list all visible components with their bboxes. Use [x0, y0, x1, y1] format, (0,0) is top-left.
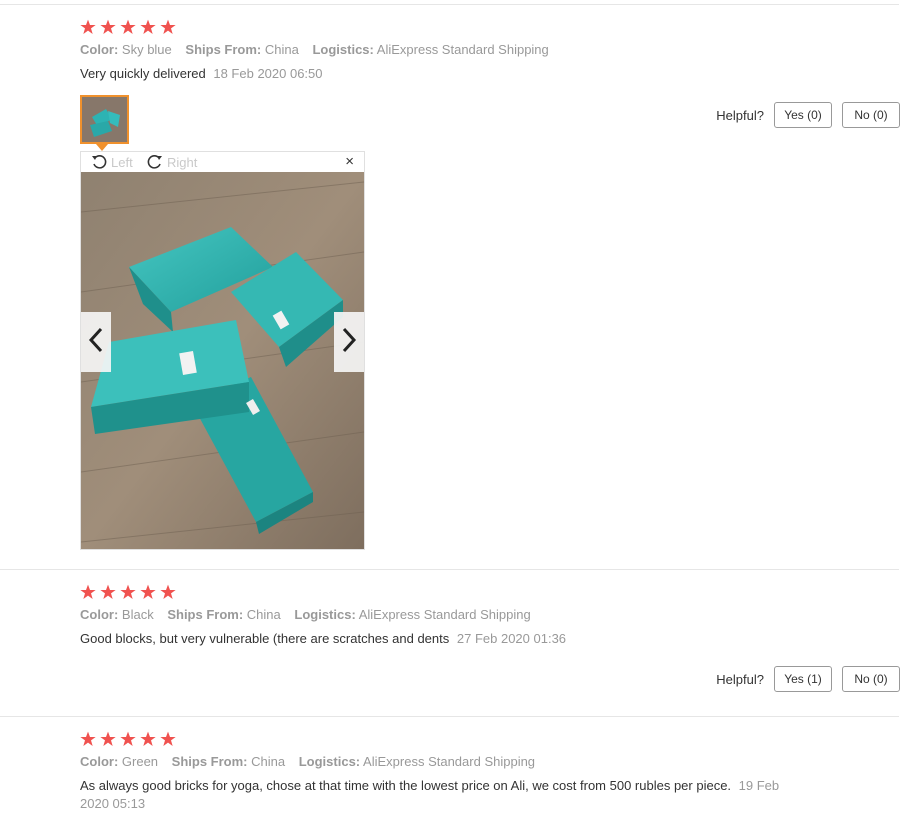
chevron-right-icon: [341, 327, 357, 358]
logistics-value: AliExpress Standard Shipping: [376, 42, 549, 57]
review-date: 18 Feb 2020 06:50: [213, 66, 323, 81]
review-photo: [81, 172, 364, 549]
logistics-key: Logistics:: [294, 607, 356, 622]
star-icon: [120, 584, 138, 600]
review-text: Very quickly delivered 18 Feb 2020 06:50: [80, 65, 900, 83]
review-divider: [0, 569, 899, 570]
star-icon: [160, 19, 178, 35]
color-key: Color:: [80, 754, 119, 769]
reviews-page: Color: Sky blue Ships From: China Logist…: [0, 0, 914, 813]
close-icon[interactable]: ×: [345, 153, 354, 171]
star-icon: [140, 731, 158, 747]
review-divider: [0, 716, 899, 717]
review-meta: Color: Sky blue Ships From: China Logist…: [80, 41, 900, 59]
rotate-left-button[interactable]: Left: [91, 152, 133, 172]
star-icon: [140, 19, 158, 35]
star-icon: [100, 584, 118, 600]
ships-from-key: Ships From:: [185, 42, 262, 57]
review-1: Color: Sky blue Ships From: China Logist…: [80, 19, 900, 83]
ships-from-key: Ships From:: [167, 607, 244, 622]
review-body: Very quickly delivered: [80, 66, 206, 81]
helpful-no-button[interactable]: No (0): [842, 102, 900, 128]
color-value: Sky blue: [121, 42, 172, 57]
helpful-label: Helpful?: [716, 671, 764, 687]
star-rating: [80, 731, 900, 747]
ships-from-value: China: [264, 42, 299, 57]
color-value: Green: [121, 754, 159, 769]
logistics-key: Logistics:: [298, 754, 361, 769]
star-icon: [80, 19, 98, 35]
star-rating: [80, 19, 900, 35]
review-meta: Color: Green Ships From: China Logistics…: [80, 753, 900, 771]
chevron-left-icon: [88, 327, 104, 358]
star-rating: [80, 584, 900, 600]
next-photo-button[interactable]: [334, 312, 364, 372]
rotate-right-label: Right: [167, 154, 198, 170]
thumbnail-pointer: [96, 144, 108, 151]
star-icon: [160, 731, 178, 747]
color-key: Color:: [80, 607, 119, 622]
color-value: Black: [121, 607, 154, 622]
viewer-toolbar: Left Right ×: [81, 152, 364, 172]
photo-viewer: Left Right ×: [80, 151, 365, 550]
star-icon: [100, 19, 118, 35]
star-icon: [160, 584, 178, 600]
star-icon: [80, 584, 98, 600]
review-body: As always good bricks for yoga, chose at…: [80, 778, 732, 793]
helpful-row: Helpful? Yes (0) No (0): [716, 102, 900, 128]
star-icon: [120, 731, 138, 747]
top-divider: [0, 4, 899, 5]
rotate-left-label: Left: [111, 154, 133, 170]
color-key: Color:: [80, 42, 119, 57]
ships-from-value: China: [251, 754, 286, 769]
logistics-value: AliExpress Standard Shipping: [363, 754, 536, 769]
review-text: Good blocks, but very vulnerable (there …: [80, 630, 900, 648]
star-icon: [80, 731, 98, 747]
helpful-label: Helpful?: [716, 107, 764, 123]
ships-from-key: Ships From:: [171, 754, 248, 769]
rotate-right-icon: [147, 154, 163, 170]
star-icon: [140, 584, 158, 600]
photo-thumbnail[interactable]: [80, 95, 129, 144]
review-date: 27 Feb 2020 01:36: [456, 631, 567, 646]
prev-photo-button[interactable]: [81, 312, 111, 372]
helpful-yes-button[interactable]: Yes (1): [774, 666, 832, 692]
rotate-right-button[interactable]: Right: [147, 152, 197, 172]
review-text: As always good bricks for yoga, chose at…: [80, 777, 790, 813]
logistics-value: AliExpress Standard Shipping: [358, 607, 531, 622]
star-icon: [120, 19, 138, 35]
helpful-row: Helpful? Yes (1) No (0): [716, 666, 900, 692]
ships-from-value: China: [246, 607, 281, 622]
helpful-no-button[interactable]: No (0): [842, 666, 900, 692]
review-body: Good blocks, but very vulnerable (there …: [80, 631, 450, 646]
review-3: Color: Green Ships From: China Logistics…: [80, 731, 900, 813]
star-icon: [100, 731, 118, 747]
logistics-key: Logistics:: [312, 42, 374, 57]
review-meta: Color: Black Ships From: China Logistics…: [80, 606, 900, 624]
rotate-left-icon: [91, 154, 107, 170]
review-2: Color: Black Ships From: China Logistics…: [80, 584, 900, 648]
helpful-yes-button[interactable]: Yes (0): [774, 102, 832, 128]
